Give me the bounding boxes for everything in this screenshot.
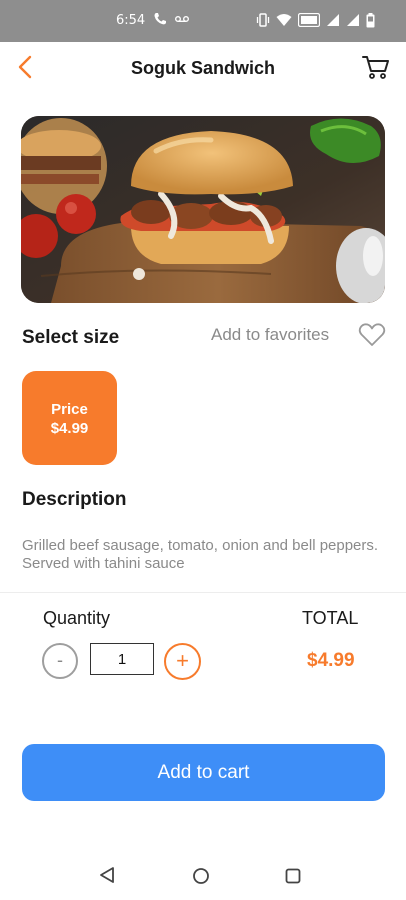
status-time: 6:54 xyxy=(116,13,146,28)
increase-quantity-button[interactable]: + xyxy=(164,643,201,680)
size-option-price[interactable]: Price $4.99 xyxy=(22,371,117,465)
add-to-favorites-link[interactable]: Add to favorites xyxy=(211,325,329,345)
add-to-favorites-button[interactable] xyxy=(358,322,386,348)
size-option-price-value: $4.99 xyxy=(50,420,89,437)
vibrate-icon xyxy=(256,13,270,27)
decrease-quantity-button[interactable]: - xyxy=(42,643,78,679)
wifi-icon xyxy=(276,14,292,26)
heart-icon xyxy=(358,323,386,346)
quantity-input[interactable] xyxy=(90,643,154,675)
system-nav-bar xyxy=(0,848,406,900)
divider xyxy=(0,592,406,593)
signal-icon xyxy=(347,14,359,26)
volte-icon xyxy=(298,13,320,27)
battery-icon xyxy=(366,12,375,27)
sandwich-photo xyxy=(21,116,385,303)
nav-recents-icon[interactable] xyxy=(285,868,301,884)
add-to-cart-button[interactable]: Add to cart xyxy=(22,744,385,801)
cart-button[interactable] xyxy=(360,52,392,82)
status-bar: 6:54 xyxy=(0,0,406,42)
voicemail-icon xyxy=(175,16,189,23)
status-right-icons xyxy=(256,12,375,28)
total-price: $4.99 xyxy=(307,650,355,671)
nav-home-icon[interactable] xyxy=(192,867,210,885)
signal-icon xyxy=(327,14,339,26)
quantity-label: Quantity xyxy=(43,608,111,628)
description-heading: Description xyxy=(22,489,127,510)
total-label: TOTAL xyxy=(302,608,359,628)
description-text: Grilled beef sausage, tomato, onion and … xyxy=(22,537,379,572)
app-header: Soguk Sandwich xyxy=(0,42,406,94)
size-option-label: Price xyxy=(51,401,88,418)
phone-icon xyxy=(154,13,166,25)
cart-icon xyxy=(362,56,389,79)
status-left-icons xyxy=(153,12,189,26)
product-image xyxy=(21,116,385,303)
select-size-heading: Select size xyxy=(22,327,120,348)
nav-back-icon[interactable] xyxy=(98,866,116,884)
page-title: Soguk Sandwich xyxy=(130,58,276,78)
